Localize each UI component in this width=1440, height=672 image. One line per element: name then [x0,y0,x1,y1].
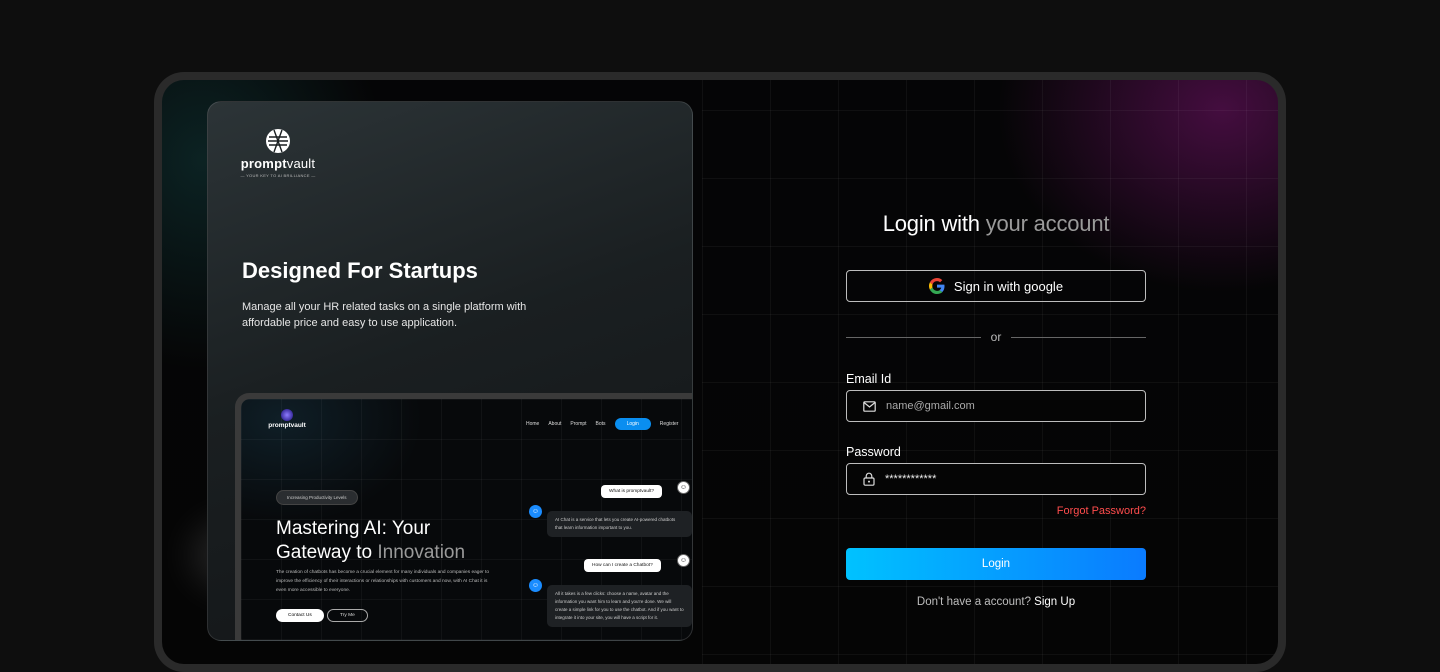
brand-logo: promptvault — YOUR KEY TO AI BRILLIANCE … [238,128,318,178]
website-preview-screen: promptvault Home About Prompt Bots Login… [241,399,692,640]
password-field-wrapper [846,463,1146,495]
preview-nav: Home About Prompt Bots Login Register [526,418,678,430]
signup-text: Don't have a account? [916,596,1035,608]
google-icon [928,278,945,294]
mail-icon [863,400,876,412]
preview-text: The creation of chatbots has become a cr… [276,570,490,593]
login-form: Login with your account Sign in with goo… [846,80,1147,664]
hero-text: Manage all your HR related tasks on a si… [242,301,527,329]
or-divider: or [846,330,1147,344]
preview-chat-answer: AI Chat is a service that lets you creat… [547,511,692,537]
login-button[interactable]: Login [846,548,1146,580]
password-input[interactable] [885,473,1125,485]
google-signin-button[interactable]: Sign in with google [846,270,1146,302]
bot-avatar-icon: ☺ [529,505,542,518]
login-title: Login with your account [882,211,1110,236]
divider-text: or [990,330,1002,344]
preview-nav-home: Home [526,421,540,427]
lock-icon [863,472,875,486]
preview-try-button: Try Me [327,609,368,622]
promo-card: promptvault — YOUR KEY TO AI BRILLIANCE … [207,101,693,641]
forgot-password-link[interactable]: Forgot Password? [1057,505,1146,517]
app-screen: promptvault — YOUR KEY TO AI BRILLIANCE … [162,80,1278,664]
signup-prompt: Don't have a account? Sign Up [846,596,1146,608]
divider-line [1011,336,1147,338]
brand-name: promptvault [240,156,316,171]
user-avatar-icon: ☺ [677,481,690,494]
preview-nav-prompt: Prompt [570,421,587,427]
bot-avatar-icon: ☺ [529,579,542,592]
preview-chat-question: What is promptvault? [601,485,663,498]
brand-mark-icon [266,129,290,153]
preview-logo-text: promptvault [268,422,306,429]
preview-logo-icon [281,409,293,421]
preview-contact-button: Contact Us [276,609,324,622]
email-input[interactable] [886,400,1126,412]
hero-title: Designed For Startups [242,258,478,283]
preview-title: Mastering AI: Your Gateway to Innovation [276,518,466,563]
preview-chat-question: How can I create a Chatbot? [584,559,661,572]
preview-login-button: Login [614,418,651,430]
preview-logo: promptvault [267,409,307,429]
user-avatar-icon: ☺ [677,554,690,567]
preview-nav-about: About [548,421,562,427]
website-preview: promptvault Home About Prompt Bots Login… [235,393,692,640]
device-frame: promptvault — YOUR KEY TO AI BRILLIANCE … [154,72,1286,672]
preview-chat-answer: All it takes is a few clicks: choose a n… [547,585,692,627]
password-label: Password [846,445,901,459]
google-signin-label: Sign in with google [953,278,1064,294]
signup-link[interactable]: Sign Up [1034,596,1075,608]
email-label: Email Id [846,372,892,386]
email-field-wrapper [846,390,1146,422]
preview-pill: Increasing Productivity Levels [276,490,358,505]
preview-register: Register [659,421,679,427]
divider-line [846,336,981,338]
brand-tagline: — YOUR KEY TO AI BRILLIANCE — [240,173,316,178]
preview-nav-bots: Bots [595,421,606,427]
